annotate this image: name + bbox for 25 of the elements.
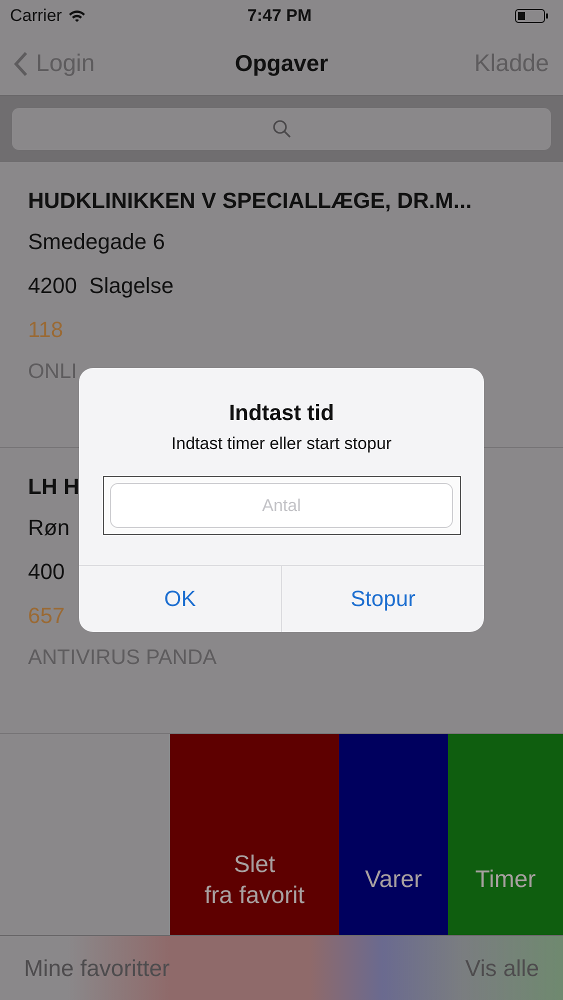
wifi-icon <box>68 9 86 23</box>
swipe-action-button[interactable]: Slet fra favorit <box>170 734 339 935</box>
back-chevron-icon <box>14 50 28 76</box>
favorites-button[interactable]: Mine favoritter <box>24 954 170 982</box>
swipe-action-button[interactable]: Varer <box>339 734 448 935</box>
task-number: 118 <box>28 317 64 344</box>
battery-icon <box>515 8 549 24</box>
customer-city: 400 <box>28 559 65 586</box>
customer-name: HUDKLINIKKEN V SPECIALLÆGE, DR.M... <box>28 188 472 215</box>
dialog-button[interactable]: OK <box>79 566 281 632</box>
swipe-action-button[interactable]: Timer <box>448 734 563 935</box>
customer-name: LH H <box>28 474 80 501</box>
task-number: 657 <box>28 603 65 630</box>
search-field[interactable] <box>12 108 551 150</box>
carrier-label: Carrier <box>10 6 62 26</box>
nav-title: Opgaver <box>234 50 328 77</box>
search-icon <box>272 119 292 139</box>
customer-address: Røn <box>28 515 70 542</box>
status-time: 7:47 PM <box>247 6 312 26</box>
dialog-button[interactable]: Stopur <box>281 566 484 632</box>
customer-address: Smedegade 6 <box>28 229 165 256</box>
dialog-message: Indtast timer eller start stopur <box>171 434 392 454</box>
customer-city: 4200 Slagelse <box>28 273 174 300</box>
dialog-title: Indtast tid <box>228 400 334 426</box>
amount-field[interactable]: Antal <box>110 483 453 528</box>
